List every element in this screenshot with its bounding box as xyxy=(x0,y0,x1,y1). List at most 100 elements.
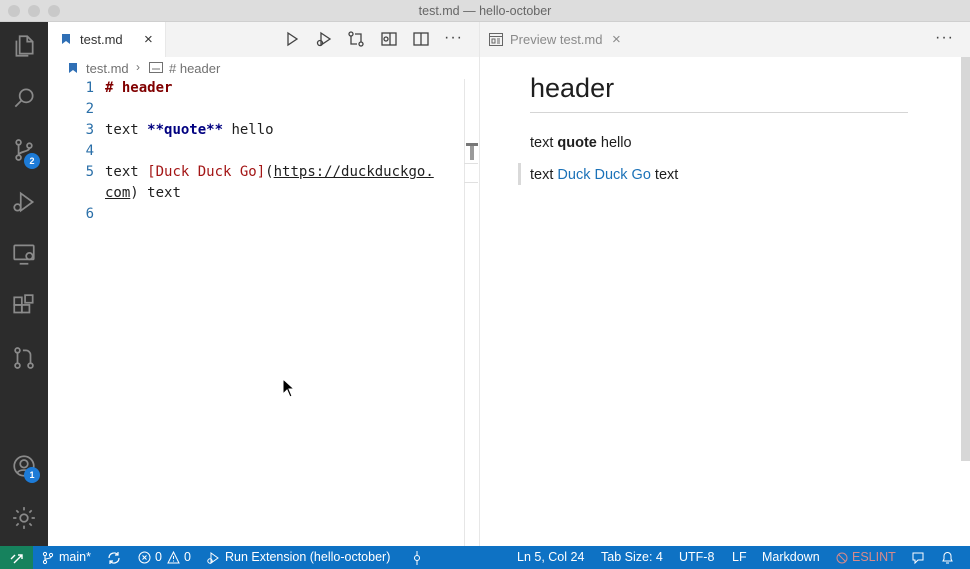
sync-icon[interactable] xyxy=(107,551,121,565)
split-editor-button[interactable] xyxy=(412,30,430,48)
git-commit-icon[interactable] xyxy=(412,551,422,565)
run-extension-status[interactable]: Run Extension (hello-october) xyxy=(225,550,390,564)
bold-text: quote xyxy=(557,135,597,151)
warning-count[interactable]: 0 xyxy=(184,550,191,564)
code-token: https://duckduckgo. xyxy=(273,164,434,180)
files-icon xyxy=(15,35,34,57)
git-compare-icon xyxy=(348,31,364,47)
code-editor[interactable]: 1 # header 2 3 text **quote** hello 4 5 text [D… xyxy=(48,79,479,546)
run-debug-button[interactable] xyxy=(0,178,48,226)
markdown-file-icon xyxy=(62,34,70,44)
preview-paragraph: text quote hello xyxy=(530,135,632,151)
split-editor-icon xyxy=(413,32,429,46)
breadcrumb-file[interactable]: test.md xyxy=(86,61,129,76)
string-symbol-icon xyxy=(149,62,163,73)
paragraph-text: text xyxy=(530,135,558,151)
blockquote-text: text xyxy=(650,167,679,183)
line-number: 6 xyxy=(85,206,94,222)
pull-requests-button[interactable] xyxy=(0,334,48,382)
tab-label: test.md xyxy=(80,32,123,47)
gear-icon xyxy=(13,507,35,529)
code-token: text xyxy=(105,164,148,180)
git-branch-icon xyxy=(42,551,54,565)
remote-indicator[interactable] xyxy=(0,546,33,569)
code-token: [Duck Duck Go] xyxy=(147,164,266,180)
code-line: text **quote** hello xyxy=(105,122,274,138)
line-number: 1 xyxy=(85,80,94,96)
tab-preview-test-md[interactable]: Preview test.md × xyxy=(480,22,636,57)
error-count[interactable]: 0 xyxy=(155,550,162,564)
extensions-button[interactable] xyxy=(0,282,48,330)
current-line-highlight xyxy=(464,163,478,183)
run-button[interactable] xyxy=(283,30,301,48)
blockquote-text: text xyxy=(530,167,558,183)
breadcrumb: test.md › # header xyxy=(48,57,479,79)
code-token: **quote** xyxy=(147,122,224,138)
open-preview-to-side-button[interactable] xyxy=(380,30,398,48)
markdown-file-icon xyxy=(69,63,77,73)
tab-test-md[interactable]: test.md × xyxy=(48,22,166,57)
preview-blockquote: text Duck Duck Go text xyxy=(530,167,678,183)
source-control-button[interactable]: 2 xyxy=(0,126,48,174)
line-ending[interactable]: LF xyxy=(732,550,747,564)
error-icon xyxy=(138,551,151,564)
code-token: com xyxy=(105,185,131,201)
language-mode[interactable]: Markdown xyxy=(762,550,820,564)
paragraph-text: hello xyxy=(596,135,632,151)
tab-size[interactable]: Tab Size: 4 xyxy=(601,550,663,564)
code-token: text xyxy=(105,122,148,138)
manage-button[interactable] xyxy=(0,494,48,542)
play-icon xyxy=(287,31,299,47)
title-bar: test.md — hello-october xyxy=(0,0,970,22)
editor-more-actions-button[interactable]: ··· xyxy=(444,29,463,47)
remote-explorer-icon xyxy=(13,244,35,265)
line-number: 5 xyxy=(85,164,94,180)
line-number: 2 xyxy=(85,101,94,117)
editor-tab-bar: test.md × ··· xyxy=(48,22,479,57)
tab-close-button[interactable]: × xyxy=(144,31,153,48)
remote-icon xyxy=(10,554,23,564)
search-icon xyxy=(14,88,34,108)
markdown-preview: header text quote hello text Duck Duck G… xyxy=(480,57,970,546)
preview-more-actions-button[interactable]: ··· xyxy=(935,29,954,47)
preview-icon xyxy=(489,33,503,46)
accounts-button[interactable]: 1 xyxy=(0,442,48,490)
warning-icon xyxy=(167,551,180,564)
preview-tab-close-button[interactable]: × xyxy=(612,31,621,48)
preview-tab-label: Preview test.md xyxy=(510,32,603,47)
open-changes-button[interactable] xyxy=(347,30,365,48)
preview-side-icon xyxy=(381,32,397,46)
line-number: 4 xyxy=(85,143,94,159)
run-debug-icon xyxy=(13,191,35,213)
duckduckgo-link[interactable]: Duck Duck Go xyxy=(557,167,650,183)
activity-bar: 2 1 xyxy=(0,22,48,546)
preview-scrollbar[interactable] xyxy=(961,57,970,461)
status-bar: main* 0 0 Run Extension (hello-october) … xyxy=(0,546,970,569)
heading-rule xyxy=(530,112,908,113)
code-token: hello xyxy=(223,122,274,138)
branch-status[interactable]: main* xyxy=(59,550,91,564)
code-token: # header xyxy=(105,80,173,96)
cursor-position[interactable]: Ln 5, Col 24 xyxy=(517,550,584,564)
minimap-divider xyxy=(464,79,465,546)
line-number: 3 xyxy=(85,122,94,138)
preview-tab-bar: Preview test.md × ··· xyxy=(480,22,970,57)
encoding[interactable]: UTF-8 xyxy=(679,550,714,564)
minimap-marker xyxy=(470,146,474,160)
window-title: test.md — hello-october xyxy=(418,4,552,18)
feedback-icon[interactable] xyxy=(911,551,925,565)
chevron-right-icon: › xyxy=(136,60,140,74)
code-line: text [Duck Duck Go](https://duckduckgo. xyxy=(105,164,434,180)
debug-button[interactable] xyxy=(315,30,333,48)
code-line: # header xyxy=(105,80,172,96)
breadcrumb-symbol[interactable]: # header xyxy=(169,61,220,76)
blockquote-bar xyxy=(518,163,521,185)
search-button[interactable] xyxy=(0,74,48,122)
remote-explorer-button[interactable] xyxy=(0,230,48,278)
explorer-button[interactable] xyxy=(0,22,48,70)
bell-icon[interactable] xyxy=(941,551,954,565)
eslint-blocked-icon xyxy=(836,552,848,564)
eslint-status[interactable]: ESLINT xyxy=(852,550,896,564)
extensions-icon xyxy=(13,294,34,314)
scm-badge: 2 xyxy=(24,153,40,169)
